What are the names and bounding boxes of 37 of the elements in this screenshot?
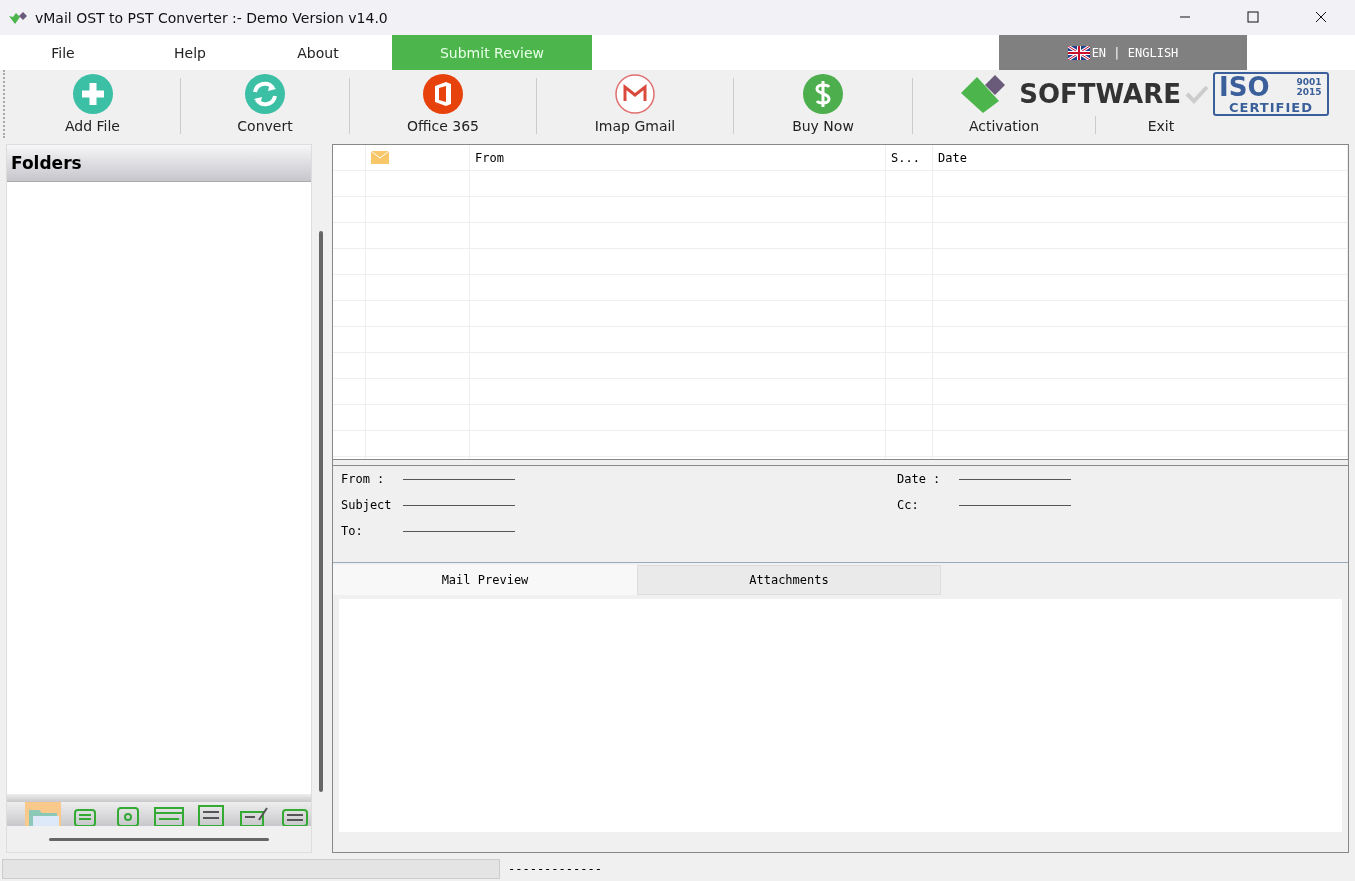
office-icon	[423, 74, 463, 114]
app-logo-icon	[9, 10, 29, 25]
field-label: Cc:	[897, 498, 920, 512]
splitter-grip[interactable]	[7, 794, 311, 802]
menu-item[interactable]: Help	[126, 35, 254, 70]
brand-name: SOFTWARE	[1019, 79, 1181, 109]
toolbar-button[interactable]: Office 365	[350, 70, 536, 138]
language-label: EN | ENGLISH	[1091, 45, 1179, 60]
toolbar-button[interactable]: Exit	[1147, 118, 1175, 134]
menu-item[interactable]: File	[0, 35, 126, 70]
language-selector[interactable]: EN | ENGLISH	[999, 35, 1247, 70]
field-label: Date :	[897, 472, 942, 486]
window-title: vMail OST to PST Converter :- Demo Version v14.0	[35, 9, 389, 26]
badge-note: CERTIFIED	[1228, 100, 1314, 115]
field-label: Subject	[341, 498, 393, 512]
toolbar-button[interactable]: Add File	[5, 70, 180, 138]
field-label: From :	[341, 472, 386, 486]
field-label: To:	[341, 524, 364, 538]
envelope-icon	[371, 151, 389, 164]
menu-item[interactable]: About	[254, 35, 382, 70]
scrollbar-thumb[interactable]	[49, 837, 269, 841]
refresh-icon	[245, 74, 285, 114]
badge-title: ISO	[1219, 74, 1270, 100]
flag-icon	[1067, 45, 1090, 60]
scrollbar-thumb[interactable]	[319, 231, 323, 792]
badge-years: 9001 2015	[1295, 77, 1323, 97]
plus-icon	[72, 74, 113, 114]
dollar-icon	[803, 74, 843, 114]
status-text: -------------	[508, 862, 602, 876]
panel-header: Folders	[7, 145, 311, 182]
toolbar-button[interactable]: Buy Now	[734, 70, 912, 138]
tab[interactable]: Mail Preview	[333, 565, 637, 595]
toolbar-button[interactable]: Imap Gmail	[537, 70, 733, 138]
tab[interactable]: Attachments	[637, 565, 941, 595]
toolbar-button[interactable]: Convert	[181, 70, 349, 138]
toolbar-button[interactable]: Activation	[968, 118, 1040, 134]
check-icon	[1185, 84, 1209, 104]
